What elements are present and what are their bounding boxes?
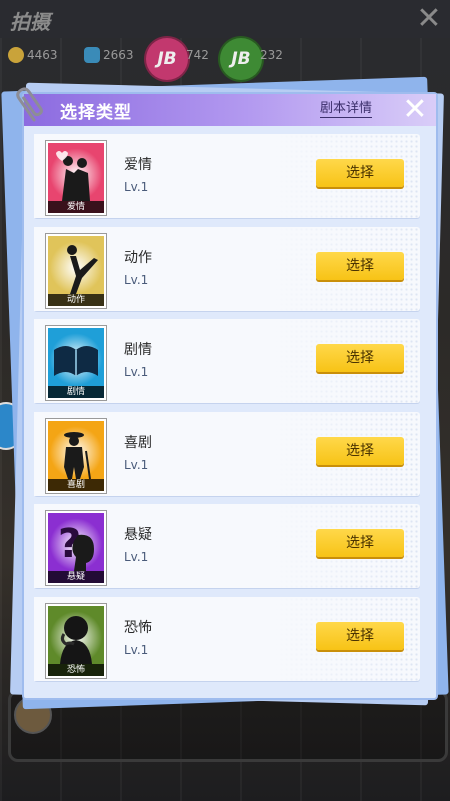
genre-thumbnail-caption: 剧情 [48,386,104,399]
green-badge-text: JB [231,49,251,69]
genre-thumbnail-caption: 喜剧 [48,478,104,491]
pink-badge-icon: JB [144,36,190,82]
screen-title: 拍摄 [10,10,50,34]
genre-name: 爱情 [124,157,152,173]
script-details-link[interactable]: 剧本详情 [320,101,373,118]
genre-row-3: 喜剧 喜剧 Lv.1 选择 [34,411,420,496]
genre-thumbnail: 爱情 [46,141,106,215]
genre-thumbnail-caption: 动作 [48,293,104,306]
select-button[interactable]: 选择 [316,436,404,465]
people-stat: 2663 [84,44,134,66]
genre-level: Lv.1 [124,180,149,194]
genre-level: Lv.1 [124,365,149,380]
genre-level: Lv.1 [124,457,149,472]
close-icon[interactable]: ✕ [400,95,430,125]
select-button[interactable]: 选择 [316,344,404,373]
green-badge-icon: JB [218,36,264,82]
genre-name: 喜剧 [124,434,152,451]
genre-name: 剧情 [124,342,152,359]
coin-stat: 4463 [8,44,58,66]
select-button[interactable]: 选择 [316,251,404,280]
genre-name: 悬疑 [124,527,152,544]
pink-badge-text: JB [157,49,177,69]
genre-level: Lv.1 [124,550,149,565]
people-value: 2663 [103,48,134,62]
top-bar: 拍摄 ✕ [0,0,450,38]
genre-thumbnail-caption: 恐怖 [48,663,104,676]
genre-name: 恐怖 [124,619,152,636]
coin-value: 4463 [27,48,58,62]
select-button[interactable]: 选择 [316,529,404,558]
genre-row-2: 剧情 剧情 Lv.1 选择 [34,319,420,404]
modal-header: 选择类型 剧本详情 ✕ [24,94,436,126]
genre-thumbnail: 剧情 [46,326,106,401]
genre-thumbnail: 喜剧 [46,418,106,493]
genre-level: Lv.1 [124,272,149,287]
genre-thumbnail-caption: 悬疑 [48,571,104,584]
genre-row-0: 爱情 爱情 Lv.1 选择 [34,134,420,218]
genre-thumbnail: 恐怖 [46,603,106,678]
genre-select-modal: 选择类型 剧本详情 ✕ 爱情 爱情 Lv.1 选择 动作 动作 Lv.1 选择 剧情 剧情 Lv.1… [22,92,438,700]
pink-value: 742 [186,48,209,62]
select-button[interactable]: 选择 [316,159,404,187]
screen-close-icon[interactable]: ✕ [414,4,444,34]
genre-thumbnail: 动作 [46,233,106,308]
genre-level: Lv.1 [124,642,149,657]
genre-thumbnail-caption: 爱情 [48,201,104,213]
genre-name: 动作 [124,249,152,266]
genre-thumbnail: ? 悬疑 [46,511,106,586]
modal-title: 选择类型 [60,103,132,123]
green-stat: 232 [260,44,283,66]
green-value: 232 [260,48,283,62]
coin-icon [8,47,24,63]
pink-stat: 742 [186,44,209,66]
genre-row-1: 动作 动作 Lv.1 选择 [34,226,420,311]
genre-list[interactable]: 爱情 爱情 Lv.1 选择 动作 动作 Lv.1 选择 剧情 剧情 Lv.1 选择 喜剧 喜剧 Lv.1 选择… [34,134,426,690]
people-icon [84,47,100,63]
genre-row-4: ? 悬疑 悬疑 Lv.1 选择 [34,504,420,589]
genre-row-5: 恐怖 恐怖 Lv.1 选择 [34,596,420,681]
select-button[interactable]: 选择 [316,621,404,650]
